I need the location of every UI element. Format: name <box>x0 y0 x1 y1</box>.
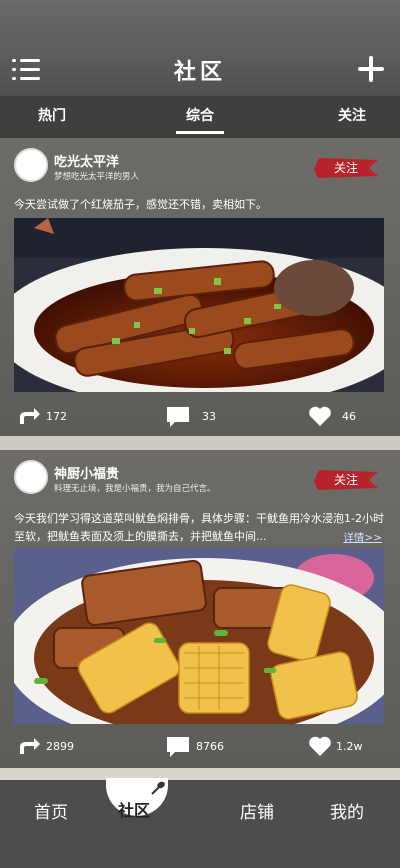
add-post-icon[interactable] <box>358 56 384 82</box>
divider <box>0 436 400 450</box>
nav-mine[interactable]: 我的 <box>330 798 364 823</box>
post-text: 今天我们学习得这道菜叫鱿鱼焖排骨，具体步骤：干鱿鱼用冷水浸泡1-2小时至软，把鱿… <box>14 512 384 543</box>
share-count: 172 <box>46 410 67 423</box>
header: 社区 <box>0 0 400 96</box>
bottom-nav: 首页 店铺 我的 <box>0 780 400 868</box>
nav-community[interactable]: 社区 <box>118 797 150 821</box>
post-username[interactable]: 神厨小福贵 <box>54 463 119 482</box>
post-photo[interactable] <box>14 218 384 392</box>
post-card[interactable]: 神厨小福贵 料理无止境，我是小福贵，我为自己代言。 关注 今天我们学习得这道菜叫… <box>0 450 400 768</box>
post-user-subtitle: 梦想吃光太平洋的男人 <box>54 172 140 182</box>
like-count: 1.2w <box>336 740 363 753</box>
comment-count: 8766 <box>196 740 224 753</box>
active-tab-indicator <box>176 131 224 134</box>
tab-hot[interactable]: 热门 <box>12 96 92 138</box>
nav-shop[interactable]: 店铺 <box>240 798 274 823</box>
tab-following[interactable]: 关注 <box>312 96 392 138</box>
post-photo[interactable] <box>14 548 384 724</box>
details-link[interactable]: 详情>> <box>343 530 382 545</box>
like-count: 46 <box>342 410 356 423</box>
post-card[interactable]: 吃光太平洋 梦想吃光太平洋的男人 关注 今天尝试做了个红烧茄子，感觉还不错，卖相… <box>0 138 400 436</box>
avatar[interactable] <box>14 460 48 494</box>
like-icon[interactable] <box>308 406 332 427</box>
comment-icon[interactable] <box>166 736 190 758</box>
comment-count: 33 <box>202 410 216 423</box>
share-icon[interactable] <box>18 406 42 426</box>
spoon-icon <box>151 781 165 795</box>
share-icon[interactable] <box>18 736 42 756</box>
share-count: 2899 <box>46 740 74 753</box>
nav-home[interactable]: 首页 <box>34 798 68 823</box>
post-user-subtitle: 料理无止境，我是小福贵，我为自己代言。 <box>54 484 216 494</box>
page-title: 社区 <box>173 60 226 85</box>
post-username[interactable]: 吃光太平洋 <box>54 151 119 170</box>
like-icon[interactable] <box>308 736 332 757</box>
avatar[interactable] <box>14 148 48 182</box>
follow-button[interactable]: 关注 <box>314 158 378 178</box>
follow-button[interactable]: 关注 <box>314 470 378 490</box>
comment-icon[interactable] <box>166 406 190 428</box>
post-text: 今天尝试做了个红烧茄子，感觉还不错，卖相如下。 <box>14 198 267 211</box>
